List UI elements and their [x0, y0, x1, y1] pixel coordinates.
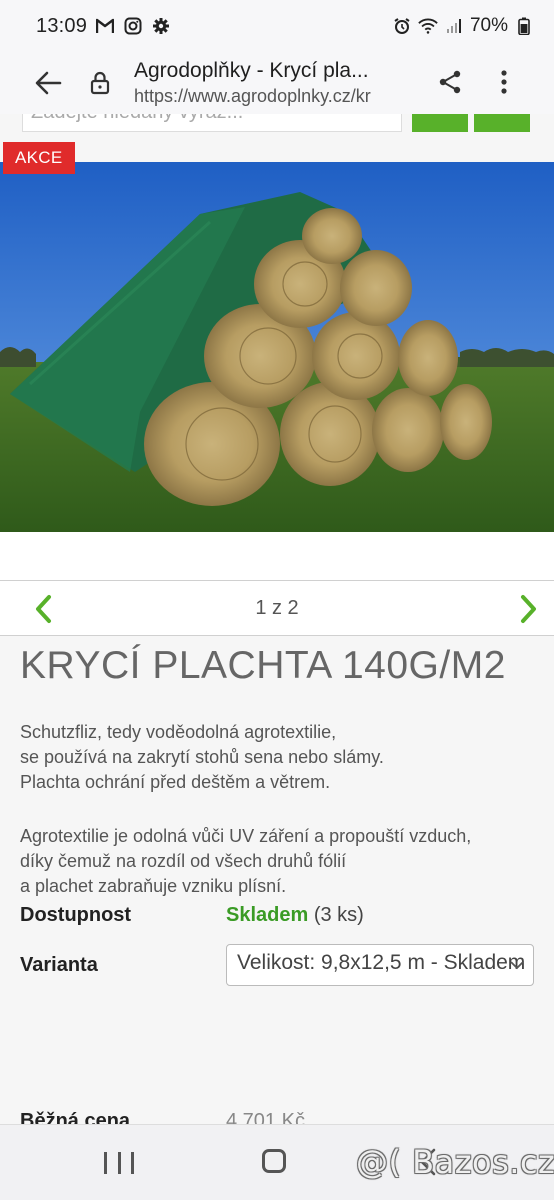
- variant-select[interactable]: Velikost: 9,8x12,5 m - Skladem: [226, 944, 534, 986]
- variant-selected-value: Velikost: 9,8x12,5 m - Skladem: [237, 951, 526, 974]
- variant-label: Varianta: [20, 954, 98, 976]
- product-description-1: Schutzfliz, tedy voděodolná agrotextilie…: [20, 720, 540, 795]
- product-title: KRYCÍ PLACHTA 140G/M2: [20, 644, 506, 687]
- description-line: Schutzfliz, tedy voděodolná agrotextilie…: [20, 722, 337, 742]
- wifi-icon: [418, 16, 438, 36]
- account-button[interactable]: [412, 114, 468, 132]
- sale-badge: AKCE: [3, 142, 75, 174]
- chevron-right-icon: [521, 595, 536, 623]
- next-image-button[interactable]: [514, 591, 544, 627]
- availability-row: Dostupnost Skladem (3 ks): [20, 904, 540, 934]
- home-button[interactable]: [262, 1149, 286, 1173]
- battery-icon: [514, 16, 534, 36]
- signal-icon: [444, 16, 464, 36]
- product-description-2: Agrotextilie je odolná vůči UV záření a …: [20, 824, 540, 899]
- lock-icon: [90, 71, 110, 95]
- more-vertical-icon: [501, 70, 507, 94]
- previous-image-button[interactable]: [28, 591, 58, 627]
- stock-quantity: (3 ks): [313, 904, 364, 926]
- recent-apps-icon: [104, 1152, 107, 1174]
- status-left: 13:09: [36, 15, 171, 38]
- browser-toolbar: Agrodoplňky - Krycí pla... https://www.a…: [0, 52, 554, 114]
- description-line: a plachet zabraňuje vzniku plísní.: [20, 876, 287, 896]
- system-navigation-bar: @( Bazos.cz: [0, 1124, 554, 1200]
- regular-price-label: Běžná cena: [20, 1110, 131, 1124]
- description-line: se používá na zakrytí stohů sena nebo sl…: [20, 747, 384, 767]
- stock-status: Skladem: [226, 904, 309, 926]
- page-title: Agrodoplňky - Krycí pla...: [134, 59, 369, 82]
- battery-percent: 70%: [469, 15, 508, 36]
- site-info-button[interactable]: [80, 52, 120, 114]
- gallery-counter: 1 z 2: [255, 596, 299, 619]
- alarm-icon: [392, 16, 412, 36]
- more-menu-button[interactable]: [486, 62, 522, 102]
- gmail-icon: [95, 16, 115, 36]
- availability-value: Skladem (3 ks): [226, 904, 364, 927]
- availability-label: Dostupnost: [20, 904, 132, 926]
- image-spacer: [0, 532, 554, 580]
- description-line: Agrotextilie je odolná vůči UV záření a …: [20, 826, 472, 846]
- instagram-icon: [123, 16, 143, 36]
- chevron-down-icon: [510, 961, 524, 970]
- search-input[interactable]: Zadejte hledaný výraz...: [22, 114, 402, 132]
- variant-row: Varianta Velikost: 9,8x12,5 m - Skladem: [20, 944, 540, 988]
- cart-button[interactable]: [474, 114, 530, 132]
- back-button[interactable]: [18, 52, 78, 114]
- description-line: díky čemuž na rozdíl od všech druhů fóli…: [20, 851, 347, 871]
- price-row: Běžná cena 4 701 Kč: [20, 1110, 540, 1124]
- settings-gear-icon: [151, 16, 171, 36]
- share-icon: [439, 70, 461, 94]
- bazos-watermark: @( Bazos.cz: [356, 1143, 554, 1181]
- arrow-left-icon: [35, 71, 62, 95]
- chevron-left-icon: [36, 595, 51, 623]
- recent-apps-button[interactable]: [104, 1149, 134, 1177]
- gallery-pager: 1 z 2: [0, 580, 554, 636]
- status-bar: 13:09 70%: [0, 0, 554, 52]
- description-line: Plachta ochrání před deštěm a větrem.: [20, 772, 331, 792]
- product-image[interactable]: [0, 162, 554, 532]
- status-right: 70%: [392, 15, 534, 37]
- address-bar[interactable]: Agrodoplňky - Krycí pla... https://www.a…: [134, 58, 420, 108]
- regular-price-value: 4 701 Kč: [226, 1110, 305, 1124]
- page-url: https://www.agrodoplnky.cz/kr: [134, 86, 371, 106]
- share-button[interactable]: [430, 62, 470, 102]
- status-time: 13:09: [36, 14, 88, 37]
- web-page: Zadejte hledaný výraz...: [0, 114, 554, 1124]
